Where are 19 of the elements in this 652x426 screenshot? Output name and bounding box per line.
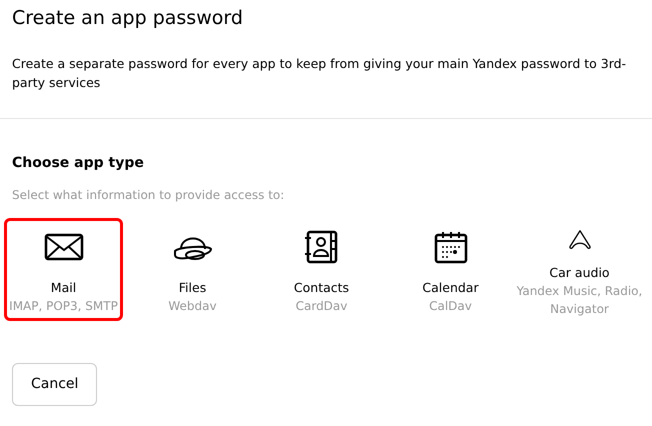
section-heading: Choose app type [11,154,145,172]
app-type-tile[interactable]: Contacts CardDav [262,218,381,321]
app-type-tile[interactable]: Files Webdav [133,218,252,321]
tile-label: Calendar [422,278,479,297]
app-type-tile[interactable]: Calendar CalDav [391,218,510,321]
tile-label: Car audio [549,264,610,282]
protocol-text: Webdav [168,298,217,315]
app-type-tile[interactable]: Mail IMAP, POP3, SMTP [4,218,123,321]
protocol-text: IMAP, POP3, SMTP [9,298,118,315]
description-text: Create a separate password for every app to keep from giving your main Yandex password to 3rd-party services [11,55,628,92]
hint-text: Select what information to provide access to: [11,186,286,204]
tile-label: Files [178,278,206,297]
protocol-text: CardDav [296,298,348,315]
protocol-text: CalDav [429,298,472,315]
cancel-button[interactable]: Cancel [12,362,98,406]
protocol-text: Yandex Music, Radio, Navigator [516,282,644,318]
tile-label: Mail [50,278,76,297]
tile-label: Contacts [294,278,350,297]
page-title: Create an app password [11,6,244,31]
